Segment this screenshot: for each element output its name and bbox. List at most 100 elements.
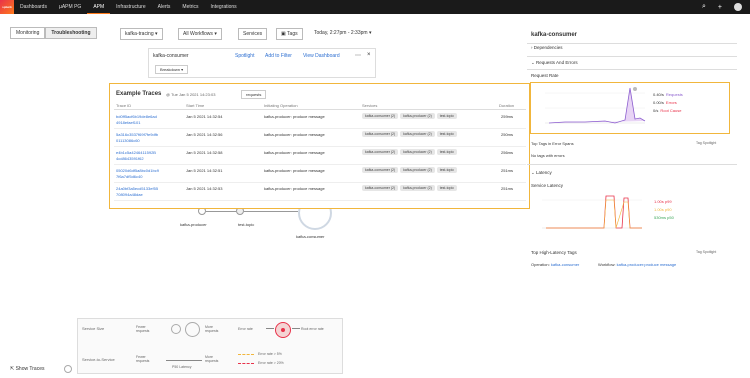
nav-infrastructure[interactable]: Infrastructure [110,0,151,14]
service-tag: kafka-consumer (2) [362,131,399,137]
start-time: Jan 5 2021 14:32:58 [186,150,223,155]
table-row[interactable]: bd0ff5acf6b19de8e6ad 4918efaef101 Jan 5 20… [114,111,526,129]
operation-value[interactable]: kafka-consumer [551,262,579,267]
legend-label: Error rate [238,327,253,331]
service-tag: test-topic [436,149,457,155]
table-header: Trace ID Start Time Initiating Operation… [114,103,526,110]
trace-id-link[interactable]: bd0ff5acf6b19de8e6ad [116,114,157,119]
thin-line [166,360,202,361]
dependencies-section[interactable]: › Dependencies [527,45,563,50]
table-row[interactable]: 5a316c3537f69f7fe9dfb 01113086c60 Jan 5 20… [114,129,526,147]
table-row[interactable]: 24a0bf3a5ecd5133ef55 708094a48dae Jan 5 20… [114,183,526,201]
service-filter[interactable]: kafka-tracing ▾ [120,28,163,40]
start-time: Jan 5 2021 14:32:53 [186,186,223,191]
trace-id-link[interactable]: 05020d6df5a8bc0d1bc9 [116,168,159,173]
close-icon[interactable]: × [367,52,371,58]
view-toggle: Monitoring Troubleshooting [10,26,97,40]
trace-id-link[interactable]: 4cd8643591f62 [116,156,144,161]
trace-id-link[interactable]: 7f6a7df5d6c40 [116,174,142,179]
legend-label: Error rate > 20% [258,361,284,365]
legend-value: 0.00/s [653,100,664,105]
more-icon[interactable]: ⋯ [355,52,361,59]
service-tag: kafka-producer (2) [400,113,435,119]
initiating-operation: kafka-producer: produce message [264,150,325,155]
nav-apm[interactable]: APM [87,0,111,14]
start-time: Jan 5 2021 14:32:56 [186,132,223,137]
initiating-operation: kafka-producer: produce message [264,186,325,191]
table-row[interactable]: 05020d6df5a8bc0d1bc9 7f6a7df5d6c40 Jan 5 2… [114,165,526,183]
legend-label: P50 Latency [172,365,192,369]
nav-uapm-pg[interactable]: µAPM PG [53,0,87,14]
legend-label: More requests [205,325,219,333]
workflow-filter[interactable]: All Workflows ▾ [178,28,222,40]
chat-icon[interactable] [64,365,72,373]
add-to-filter-link[interactable]: Add to Filter [265,53,292,59]
tab-troubleshooting[interactable]: Troubleshooting [45,27,97,39]
trace-id-link[interactable]: 24a0bf3a5ecd5133ef55 [116,186,158,191]
legend-label: Requests [665,92,683,97]
workflow-value[interactable]: kafka-producer:produce message [617,262,677,267]
legend-label: Errors [665,100,677,105]
nav-dashboards[interactable]: Dashboards [14,0,53,14]
service-tag: kafka-producer (2) [400,185,435,191]
start-time: Jan 5 2021 14:32:51 [186,168,223,173]
show-traces-button[interactable]: ⇱ Show Traces [10,366,45,372]
latency-legend: 1.00s p99 1.00s p90 530ms p50 [654,198,674,222]
nav-metrics[interactable]: Metrics [176,0,204,14]
initiating-operation: kafka-producer: produce message [264,168,325,173]
time-range[interactable]: Today, 2:27pm - 2:33pm ▾ [314,30,371,36]
service-latency-chart [542,195,642,229]
request-rate-chart-panel: 0.40/s Requests 0.00/s Errors 0/s Root Cause [530,82,730,134]
trace-id-link[interactable]: 01113086c60 [116,138,140,143]
request-rate-label: Request Rate [531,73,559,78]
small-circle [171,324,181,334]
trace-id-link[interactable]: 4918efaef101 [116,120,140,125]
trace-id-link[interactable]: 5a316c3537f69f7fe9dfb [116,132,158,137]
err20-line [238,363,254,364]
spotlight-link[interactable]: Spotlight [235,53,254,59]
legend-label: Service Size [82,326,105,331]
services-tags: kafka-consumer (2) kafka-producer (2) test… [362,185,459,191]
services-button[interactable]: Services [238,28,268,40]
nav-integrations[interactable]: Integrations [205,0,243,14]
legend-item: 0.00/s Errors [653,99,683,107]
tag-icon: ▣ [281,31,286,37]
legend-value: 0/s [653,108,659,113]
latency-section[interactable]: ⌄ Latency [527,170,552,176]
tags-button[interactable]: ▣ Tags [276,28,303,40]
requests-button[interactable]: requests [241,90,267,99]
plus-icon[interactable]: + [718,4,722,11]
table-row[interactable]: e4b1c5a4246411592B 4cd8643591f62 Jan 5 202… [114,147,526,165]
service-tag: kafka-consumer (2) [362,167,399,173]
avatar[interactable] [734,3,742,11]
search-icon[interactable]: ⌕ [702,3,706,11]
node-label: kafka-consumer [296,234,325,239]
tab-monitoring[interactable]: Monitoring [10,27,46,39]
tag-spotlight-link[interactable]: Tag Spotlight [696,250,716,254]
large-circle [185,322,200,337]
tag-spotlight-link[interactable]: Tag Spotlight [696,141,716,145]
map-legend: Service Size Fewer requests More request… [77,318,343,374]
trace-id-link[interactable]: 708094a48dae [116,192,143,197]
service-tag: kafka-consumer (2) [362,113,399,119]
chevron-right-icon: › [531,45,533,50]
splunk-logo[interactable]: splunk [0,0,14,14]
services-tags: kafka-consumer (2) kafka-producer (2) test… [362,149,459,155]
services-tags: kafka-consumer (2) kafka-producer (2) test… [362,167,459,173]
operation-tag: Operation: kafka-consumer [531,262,580,267]
legend-label: Fewer requests [136,355,150,363]
duration: 250ms [501,132,514,137]
requests-errors-section[interactable]: ⌄ Requests And Errors [527,60,578,66]
chevron-down-icon: ⌄ [531,170,535,175]
node-label: test-topic [238,222,255,227]
view-dashboard-link[interactable]: View Dashboard [303,53,340,59]
panel-title: Example Traces [116,91,162,97]
breakdown-select[interactable]: Breakdown ▾ [155,65,189,74]
duration: 256ms [501,150,514,155]
legend-item: 1.00s p99 [654,199,672,204]
trace-id-link[interactable]: e4b1c5a4246411592B [116,150,156,155]
nav-alerts[interactable]: Alerts [152,0,177,14]
initiating-operation: kafka-producer: produce message [264,132,325,137]
line [266,328,274,329]
example-traces-panel: Example Traces @ Tue Jan 5 2021 14:23:03… [109,83,530,209]
